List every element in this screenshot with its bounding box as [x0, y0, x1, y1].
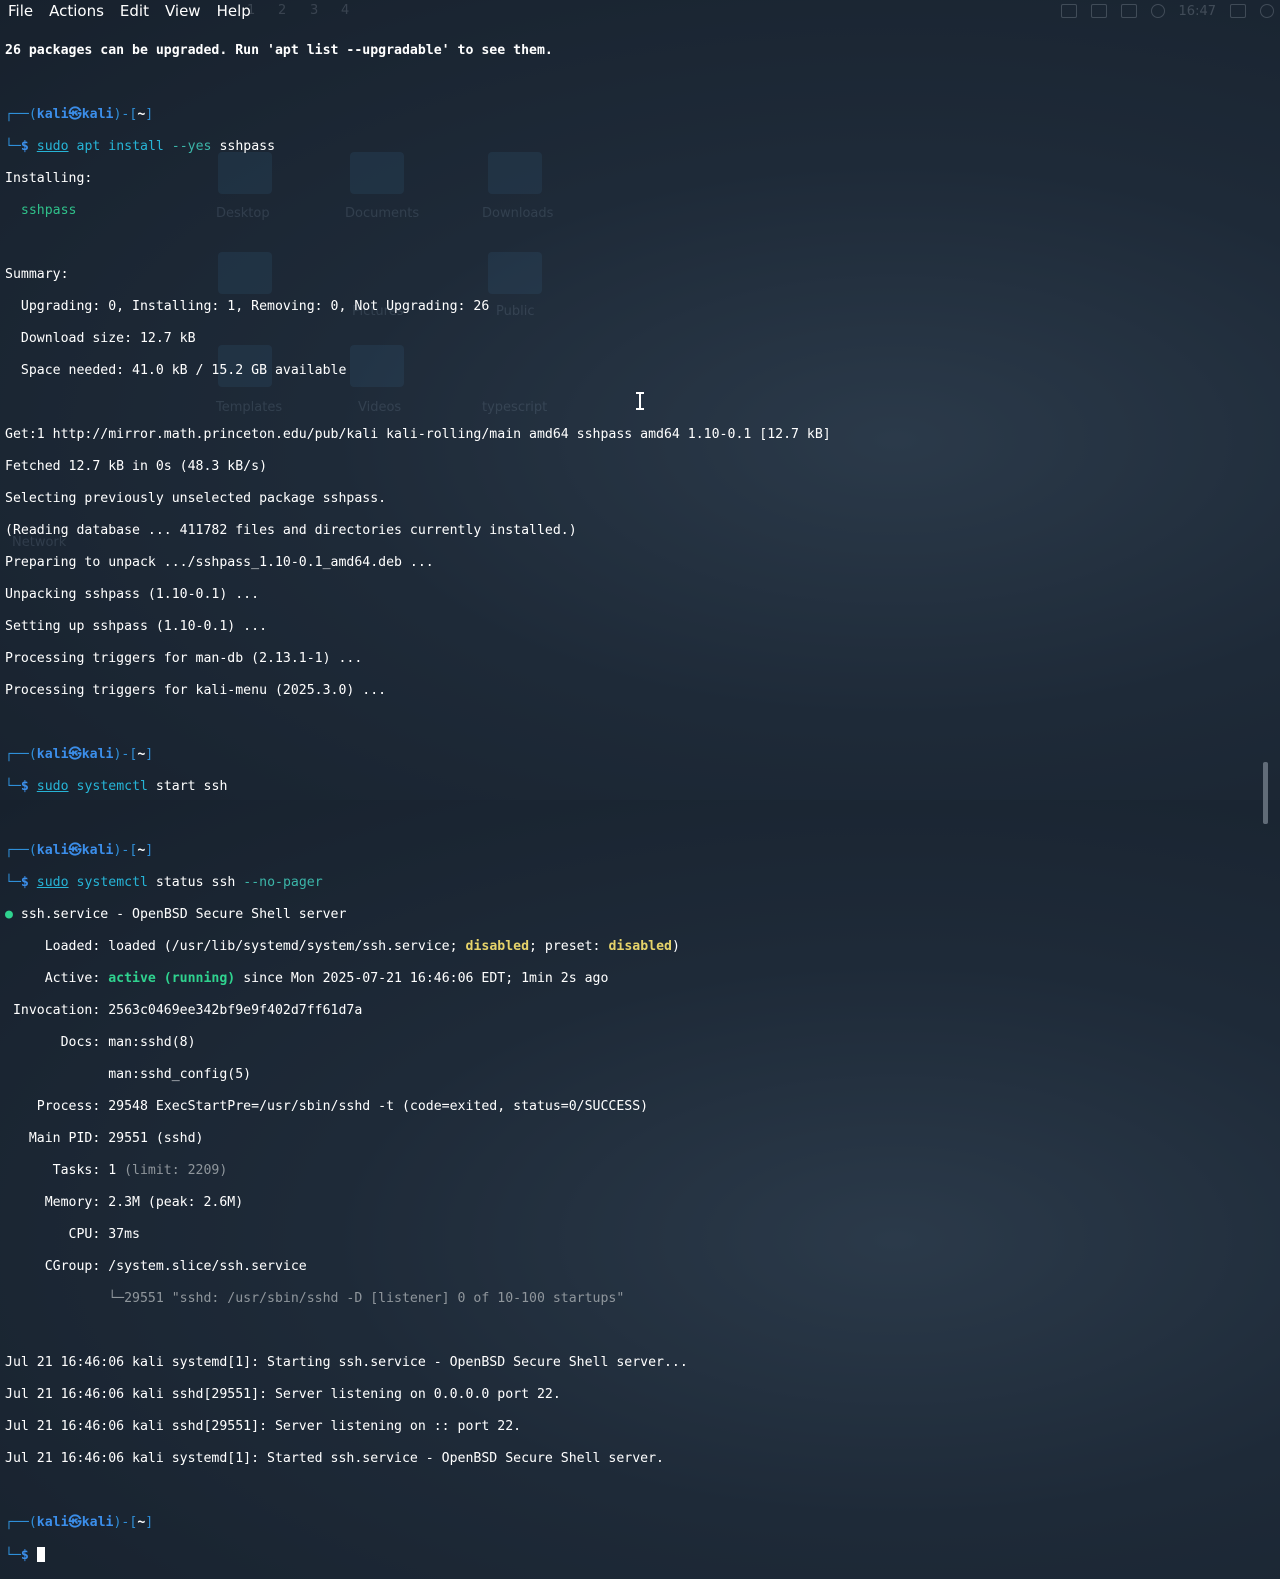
prompt-header: ┌──(kali㉿kali)-[~]: [5, 747, 154, 762]
output-line: Download size: 12.7 kB: [5, 331, 196, 346]
journal-line: Jul 21 16:46:06 kali systemd[1]: Startin…: [5, 1355, 688, 1370]
service-invocation: Invocation: 2563c0469ee342bf9e9f402d7ff6…: [5, 1003, 363, 1018]
output-line: Preparing to unpack .../sshpass_1.10-0.1…: [5, 555, 434, 570]
output-line: Installing:: [5, 171, 93, 186]
motd-line: 26 packages can be upgraded. Run 'apt li…: [5, 43, 553, 58]
workspace-1: 1: [247, 3, 256, 18]
service-title: ● ssh.service - OpenBSD Secure Shell ser…: [5, 907, 347, 922]
service-loaded: Loaded: loaded (/usr/lib/systemd/system/…: [5, 939, 680, 954]
output-line: Fetched 12.7 kB in 0s (48.3 kB/s): [5, 459, 268, 474]
output-line: Summary:: [5, 267, 69, 282]
output-line: Upgrading: 0, Installing: 1, Removing: 0…: [5, 299, 490, 314]
menu-actions[interactable]: Actions: [41, 0, 112, 22]
output-line: (Reading database ... 411782 files and d…: [5, 523, 577, 538]
menu-view[interactable]: View: [157, 0, 209, 22]
workspace-2: 2: [278, 3, 287, 18]
terminal-output[interactable]: 26 packages can be upgraded. Run 'apt li…: [0, 24, 1268, 1563]
output-line: Get:1 http://mirror.math.princeton.edu/p…: [5, 427, 831, 442]
service-cgroup: CGroup: /system.slice/ssh.service: [5, 1259, 307, 1274]
output-line: Processing triggers for kali-menu (2025.…: [5, 683, 387, 698]
lock-icon: [1230, 4, 1246, 18]
menu-edit[interactable]: Edit: [112, 0, 157, 22]
record-icon: [1150, 4, 1165, 18]
workspace-3: 3: [310, 3, 319, 18]
command-line: └─$ sudo apt install --yes sshpass: [5, 139, 276, 154]
command-line-active[interactable]: └─$: [5, 1547, 831, 1563]
service-cpu: CPU: 37ms: [5, 1227, 140, 1242]
service-memory: Memory: 2.3M (peak: 2.6M): [5, 1195, 244, 1210]
journal-line: Jul 21 16:46:06 kali sshd[29551]: Server…: [5, 1387, 561, 1402]
output-line: Space needed: 41.0 kB / 15.2 GB availabl…: [5, 363, 347, 378]
output-line: sshpass: [5, 203, 77, 218]
clock: 16:47: [1178, 3, 1216, 19]
ibeam-cursor-icon: [635, 391, 645, 411]
system-tray: 16:47: [1060, 0, 1274, 22]
output-line: Unpacking sshpass (1.10-0.1) ...: [5, 587, 260, 602]
status-dot-icon: ●: [5, 907, 13, 922]
command-line: └─$ sudo systemctl status ssh --no-pager: [5, 875, 323, 890]
journal-line: Jul 21 16:46:06 kali systemd[1]: Started…: [5, 1451, 664, 1466]
bell-icon: [1120, 4, 1137, 18]
service-docs: man:sshd_config(5): [5, 1067, 252, 1082]
text-cursor: [36, 1547, 45, 1562]
terminal-scrollbar[interactable]: [1263, 762, 1268, 824]
prompt-header: ┌──(kali㉿kali)-[~]: [5, 107, 154, 122]
service-tasks: Tasks: 1 (limit: 2209): [5, 1163, 228, 1178]
prompt-header: ┌──(kali㉿kali)-[~]: [5, 1515, 154, 1530]
output-line: Setting up sshpass (1.10-0.1) ...: [5, 619, 268, 634]
workspace-4: 4: [341, 3, 350, 18]
menu-file[interactable]: File: [0, 0, 41, 22]
service-docs: Docs: man:sshd(8): [5, 1035, 196, 1050]
command-line: └─$ sudo systemctl start ssh: [5, 779, 228, 794]
volume-icon: [1090, 4, 1107, 18]
output-line: Selecting previously unselected package …: [5, 491, 387, 506]
power-icon: [1260, 4, 1274, 18]
service-mainpid: Main PID: 29551 (sshd): [5, 1131, 204, 1146]
output-line: Processing triggers for man-db (2.13.1-1…: [5, 651, 363, 666]
service-process: Process: 29548 ExecStartPre=/usr/sbin/ss…: [5, 1099, 649, 1114]
service-cgroup-child: └─29551 "sshd: /usr/sbin/sshd -D [listen…: [5, 1291, 625, 1306]
prompt-header: ┌──(kali㉿kali)-[~]: [5, 843, 154, 858]
journal-line: Jul 21 16:46:06 kali sshd[29551]: Server…: [5, 1419, 522, 1434]
monitor-icon: [1060, 4, 1077, 18]
service-active: Active: active (running) since Mon 2025-…: [5, 971, 609, 986]
